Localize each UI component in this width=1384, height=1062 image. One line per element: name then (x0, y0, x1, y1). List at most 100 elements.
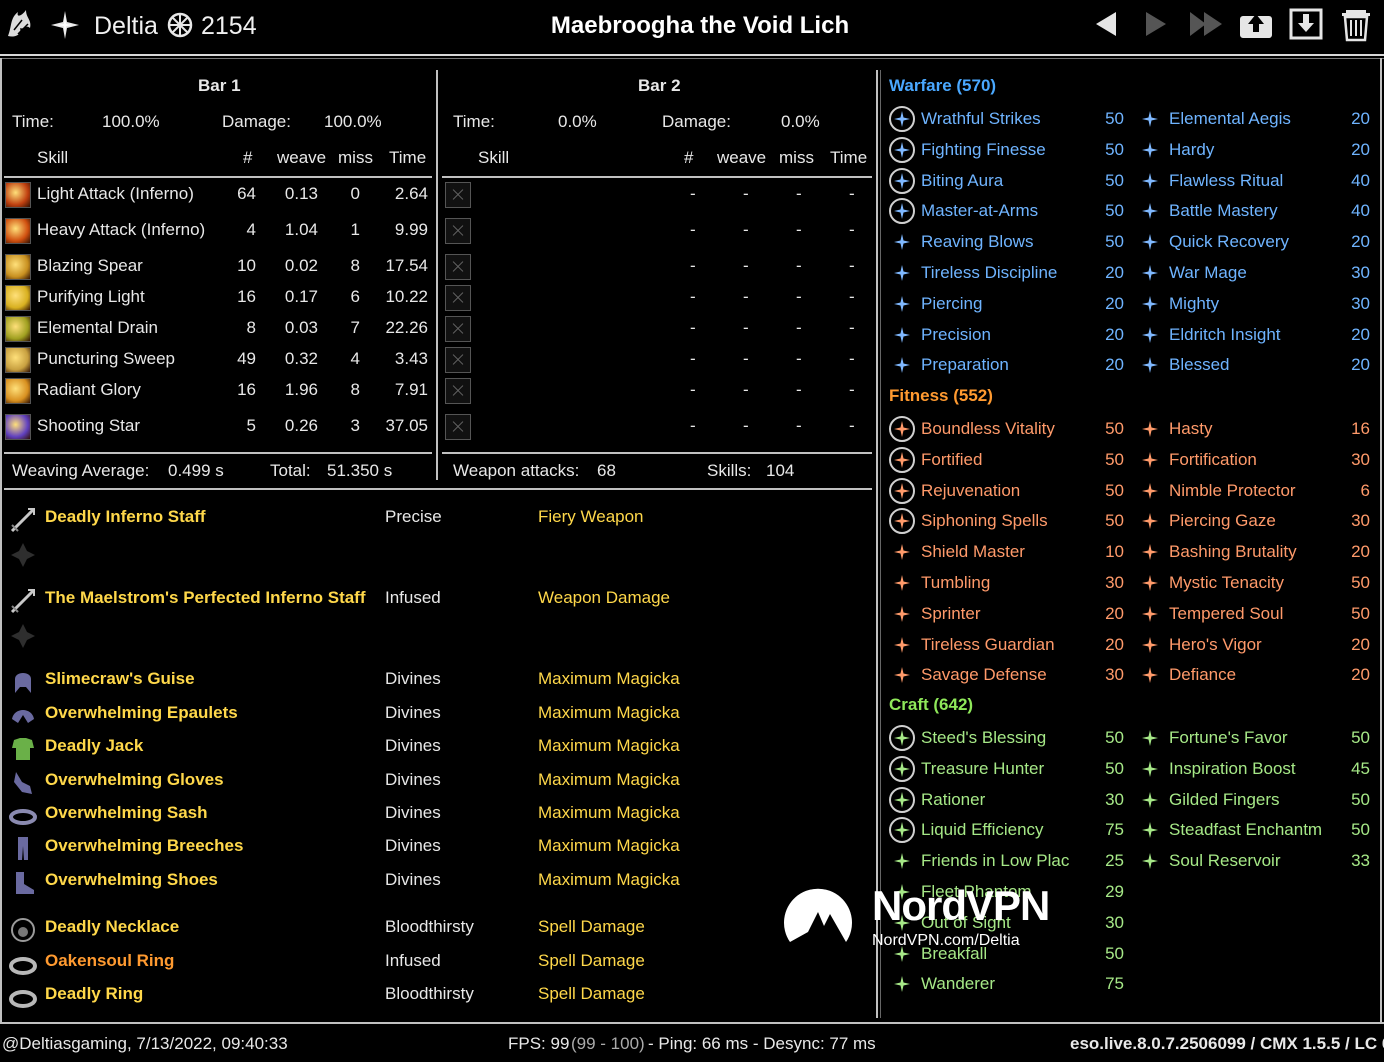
fast-forward-icon[interactable] (1188, 6, 1224, 42)
skill-count: 8 (246, 318, 256, 337)
empty-slot-icon (445, 182, 471, 208)
cp-skill-name[interactable]: Flawless Ritual (1169, 171, 1283, 191)
cp-star-icon (894, 730, 910, 746)
bar2-col-count: # (684, 148, 694, 167)
cp-skill-name[interactable]: Master-at-Arms (921, 201, 1038, 221)
gear-name[interactable]: The Maelstrom's Perfected Inferno Staff (45, 588, 366, 608)
gear-name[interactable]: Oakensoul Ring (45, 951, 174, 971)
cp-skill-name[interactable]: Nimble Protector (1169, 481, 1296, 501)
cp-skill-value: 20 (1351, 665, 1370, 685)
cp-star-icon (894, 141, 910, 158)
cp-star-icon (894, 976, 910, 993)
trash-icon[interactable] (1338, 6, 1374, 42)
cp-skill-name[interactable]: Battle Mastery (1169, 201, 1278, 221)
cp-skill-name[interactable]: Elemental Aegis (1169, 109, 1291, 129)
prev-arrow-icon[interactable] (1088, 6, 1124, 42)
cp-skill-name[interactable]: Mystic Tenacity (1169, 573, 1284, 593)
gear-name[interactable]: Overwhelming Epaulets (45, 703, 238, 723)
cp-skill-name[interactable]: Tumbling (921, 573, 990, 593)
cp-skill-name[interactable]: Fighting Finesse (921, 140, 1046, 160)
cp-skill-value: 50 (1105, 170, 1124, 190)
cp-skill-name[interactable]: Tempered Soul (1169, 604, 1283, 624)
cp-skill-name[interactable]: Bashing Brutality (1169, 542, 1297, 562)
cp-skill-name[interactable]: Tireless Guardian (921, 635, 1055, 655)
skill-miss: 8 (350, 256, 360, 275)
empty-dash: - (796, 349, 802, 368)
cp-skill-value: 50 (1351, 728, 1370, 747)
gear-name[interactable]: Deadly Jack (45, 736, 143, 756)
cp-skill-name[interactable]: Biting Aura (921, 171, 1003, 191)
cp-skill-name[interactable]: Savage Defense (921, 665, 1047, 685)
boots-icon (16, 872, 34, 894)
bar-divider (436, 70, 438, 480)
cp-skill-name[interactable]: Boundless Vitality (921, 419, 1055, 439)
cp-skill-name[interactable]: Piercing (921, 294, 982, 314)
cp-skill-name[interactable]: Shield Master (921, 542, 1025, 562)
cp-skill-name[interactable]: Mighty (1169, 294, 1219, 314)
cp-skill-name[interactable]: Blessed (1169, 355, 1229, 375)
cp-star-icon (1142, 141, 1158, 158)
cp-skill-name[interactable]: Quick Recovery (1169, 232, 1289, 252)
gear-name[interactable]: Overwhelming Shoes (45, 870, 218, 890)
cp-star-icon (894, 421, 910, 437)
cp-star-icon (1142, 482, 1158, 499)
cp-skill-name[interactable]: Preparation (921, 355, 1009, 375)
cp-skill-name[interactable]: Treasure Hunter (921, 759, 1044, 779)
cp-skill-name[interactable]: Hasty (1169, 419, 1212, 439)
gear-name[interactable]: Deadly Ring (45, 984, 143, 1004)
skill-icon (5, 378, 31, 404)
cp-skill-name[interactable]: Tireless Discipline (921, 263, 1057, 283)
cp-skill-name[interactable]: Steed's Blessing (921, 728, 1046, 748)
gear-name[interactable]: Slimecraw's Guise (45, 669, 195, 689)
skill-weave: 0.02 (284, 256, 318, 275)
download-icon[interactable] (1288, 6, 1324, 42)
skill-name: Purifying Light (37, 287, 145, 306)
cp-skill-name[interactable]: War Mage (1169, 263, 1247, 283)
cp-skill-value: 20 (1351, 355, 1370, 375)
cp-skill-name[interactable]: Rationer (921, 790, 985, 810)
cp-skill-name[interactable]: Defiance (1169, 665, 1236, 685)
bar2-damage: 0.0% (781, 112, 820, 131)
cp-skill-name[interactable]: Wanderer (921, 974, 995, 994)
cp-skill-name[interactable]: Piercing Gaze (1169, 511, 1276, 531)
empty-slot-icon (445, 285, 471, 311)
cp-skill-name[interactable]: Fortification (1169, 450, 1257, 470)
ring-icon (9, 990, 37, 1008)
necklace-icon (11, 918, 35, 942)
cp-skill-name[interactable]: Reaving Blows (921, 232, 1033, 252)
cp-skill-name[interactable]: Rejuvenation (921, 481, 1020, 501)
top-bar: Deltia 2154 Maebroogha the Void Lich (0, 0, 1384, 52)
nordvpn-brand: NordVPN (872, 882, 1050, 929)
cp-skill-name[interactable]: Hardy (1169, 140, 1214, 160)
cp-skill-name[interactable]: Fortune's Favor (1169, 728, 1288, 748)
gear-trait: Bloodthirsty (385, 917, 474, 936)
cp-skill-name[interactable]: Soul Reservoir (1169, 851, 1281, 871)
cp-skill-name[interactable]: Siphoning Spells (921, 511, 1048, 531)
empty-dash: - (743, 318, 749, 337)
cp-skill-name[interactable]: Inspiration Boost (1169, 759, 1296, 779)
gear-name[interactable]: Overwhelming Gloves (45, 770, 224, 790)
gear-name[interactable]: Overwhelming Sash (45, 803, 208, 823)
upload-icon[interactable] (1238, 6, 1274, 42)
gear-enchant: Spell Damage (538, 984, 645, 1003)
empty-dash: - (849, 256, 855, 275)
next-arrow-icon[interactable] (1138, 6, 1174, 42)
cp-skill-name[interactable]: Liquid Efficiency (921, 820, 1044, 840)
cp-skill-name[interactable]: Wrathful Strikes (921, 109, 1041, 129)
cp-skill-name[interactable]: Eldritch Insight (1169, 325, 1281, 345)
gear-name[interactable]: Overwhelming Breeches (45, 836, 243, 856)
skill-name: Puncturing Sweep (37, 349, 175, 368)
skill-time: 22.26 (385, 318, 428, 337)
gear-name[interactable]: Deadly Inferno Staff (45, 507, 206, 527)
cp-skill-name[interactable]: Fortified (921, 450, 982, 470)
cp-skill-name[interactable]: Steadfast Enchantm (1169, 820, 1322, 840)
cp-skill-name[interactable]: Hero's Vigor (1169, 635, 1262, 655)
cp-skill-name[interactable]: Precision (921, 325, 991, 345)
cp-skill-name[interactable]: Sprinter (921, 604, 981, 624)
cp-star-icon (1142, 822, 1158, 839)
skill-weave: 0.26 (284, 416, 318, 435)
gear-name[interactable]: Deadly Necklace (45, 917, 179, 937)
cp-star-icon (1142, 513, 1158, 530)
cp-skill-name[interactable]: Gilded Fingers (1169, 790, 1280, 810)
cp-skill-name[interactable]: Friends in Low Plac (921, 851, 1069, 871)
